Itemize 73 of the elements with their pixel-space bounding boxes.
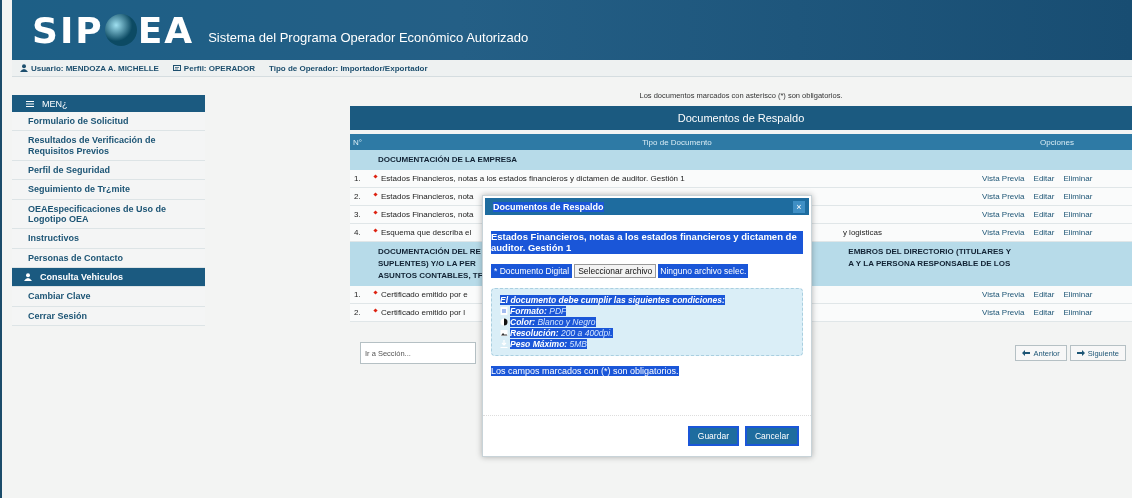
row-number: 1. — [353, 174, 362, 183]
action-link[interactable]: Vista Previa — [982, 174, 1025, 183]
column-header: Tipo de Documento — [641, 137, 713, 147]
condition-text: Peso Máximo: 5MB — [510, 338, 587, 349]
footnote-text: Los campos marcados con (*) son obligatorios. — [491, 365, 679, 376]
document-name: Estados Financieros, notas a los estados financieros y dictamen de auditor. Gestión 1 — [381, 174, 685, 183]
action-link[interactable]: Editar — [1033, 192, 1055, 201]
app-subtitle: Sistema del Programa Operador Económico Autorizado — [208, 29, 529, 45]
condition-text: Resolución: 200 a 400dpi. — [510, 327, 613, 338]
document-title: Estados Financieros, notas a los estados financieros y dictamen de auditor. Gestión 1 — [491, 231, 803, 254]
logo-text: SIP — [32, 9, 104, 51]
action-link[interactable]: Vista Previa — [982, 228, 1025, 237]
action-link[interactable]: Vista Previa — [982, 192, 1025, 201]
user-icon — [20, 64, 28, 72]
menu-item[interactable]: Consulta Vehiculos — [12, 268, 205, 288]
action-link[interactable]: Vista Previa — [982, 210, 1025, 219]
document-name: Estados Financieros, nota — [381, 210, 474, 219]
arrow-right-icon — [1076, 349, 1085, 357]
menu-title: MEN¿ — [42, 98, 68, 109]
user-info: Tipo de Operador: Importador/Exportador — [269, 63, 428, 73]
user-info: Perfil: OPERADOR — [183, 63, 255, 73]
column-header: Opciones — [1039, 137, 1075, 147]
column-header: N° — [352, 137, 363, 147]
action-link[interactable]: Eliminar — [1063, 210, 1093, 219]
action-link[interactable]: Editar — [1033, 308, 1055, 317]
section-title: EMBROS DEL DIRECTORIO (TITULARES Y — [848, 246, 1011, 258]
document-name: y logisticas — [842, 228, 882, 237]
row-number: 2. — [353, 192, 362, 201]
choose-file-button[interactable]: Seleccionar archivo — [574, 263, 657, 278]
action-link[interactable]: Eliminar — [1063, 308, 1093, 317]
download-icon — [500, 339, 508, 348]
action-link[interactable]: Vista Previa — [982, 290, 1025, 299]
condition-text: Color: Blanco y Negro — [510, 316, 596, 327]
action-link[interactable]: Eliminar — [1063, 192, 1093, 201]
section-title: ASUNTOS CONTABLES, TF — [378, 270, 483, 282]
image-icon — [500, 328, 508, 337]
action-link[interactable]: Eliminar — [1063, 174, 1093, 183]
row-number: 1. — [353, 290, 362, 299]
action-link[interactable]: Vista Previa — [982, 308, 1025, 317]
document-name: Certificado emitido por l — [381, 308, 466, 317]
section-title: SUPLENTES) Y/O LA PER — [378, 258, 477, 270]
action-link[interactable]: Editar — [1033, 228, 1055, 237]
row-number: 4. — [353, 228, 362, 237]
row-number: 2. — [353, 308, 362, 317]
logo-text: EA — [137, 9, 195, 51]
conditions-title: El documento debe cumplir las siguientes condiciones: — [500, 294, 725, 305]
document-icon — [500, 306, 508, 315]
user-info: Usuario: MENDOZA A. MICHELLE — [31, 63, 159, 73]
section-title: DOCUMENTACIÓN DEL RE — [378, 246, 482, 258]
action-link[interactable]: Editar — [1033, 210, 1055, 219]
save-button[interactable]: Guardar — [687, 426, 739, 446]
id-card-icon — [172, 64, 181, 72]
arrow-left-icon — [1022, 349, 1031, 357]
action-link[interactable]: Eliminar — [1063, 228, 1093, 237]
contrast-icon — [500, 317, 508, 326]
cancel-button[interactable]: Cancelar — [744, 426, 799, 446]
menu-icon — [26, 99, 34, 108]
table-title: Documentos de Respaldo — [350, 106, 1132, 130]
row-number: 3. — [353, 210, 362, 219]
file-status: Ninguno archivo selec. — [658, 263, 749, 278]
section-title: DOCUMENTACIÓN DE LA EMPRESA — [378, 154, 518, 166]
document-name: Certificado emitido por e — [381, 290, 468, 299]
document-name: Estados Financieros, nota — [381, 192, 474, 201]
action-link[interactable]: Editar — [1033, 174, 1055, 183]
section-title: A Y LA PERSONA RESPONSABLE DE LOS — [848, 258, 1011, 270]
close-button[interactable]: × — [793, 200, 805, 213]
action-link[interactable]: Eliminar — [1063, 290, 1093, 299]
dialog-title: Documentos de Respaldo — [493, 201, 604, 212]
document-name: Esquema que describa el — [381, 228, 472, 237]
field-label: * Documento Digital — [491, 263, 573, 278]
user-icon — [24, 273, 32, 282]
action-link[interactable]: Editar — [1033, 290, 1055, 299]
globe-icon — [103, 13, 138, 47]
